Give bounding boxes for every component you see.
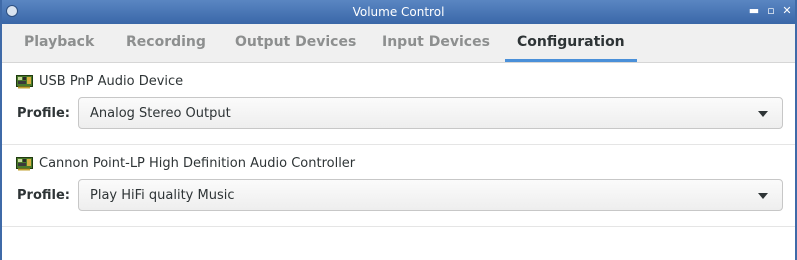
tab-recording[interactable]: Recording xyxy=(126,24,206,60)
tab-configuration[interactable]: Configuration xyxy=(505,24,637,62)
device-name: USB PnP Audio Device xyxy=(39,74,184,89)
profile-value: Analog Stereo Output xyxy=(90,106,231,121)
tab-output-devices[interactable]: Output Devices xyxy=(235,24,356,60)
profile-label: Profile: xyxy=(17,106,70,121)
tab-bar: Playback Recording Output Devices Input … xyxy=(2,24,795,63)
tab-input-devices[interactable]: Input Devices xyxy=(382,24,490,60)
close-button[interactable]: ✕ xyxy=(780,4,794,18)
profile-label: Profile: xyxy=(17,188,70,203)
chevron-down-icon xyxy=(758,193,768,199)
profile-dropdown[interactable]: Analog Stereo Output xyxy=(78,97,783,129)
device-card: USB PnP Audio Device Profile: Analog Ste… xyxy=(2,62,795,145)
minimize-button[interactable]: ▬ xyxy=(747,4,761,18)
title-bar[interactable]: Volume Control ▬ ▫ ✕ xyxy=(2,0,795,24)
profile-value: Play HiFi quality Music xyxy=(90,188,235,203)
device-name: Cannon Point-LP High Definition Audio Co… xyxy=(39,156,356,171)
maximize-button[interactable]: ▫ xyxy=(764,4,778,18)
audio-card-icon xyxy=(16,157,33,171)
audio-card-icon xyxy=(16,75,33,89)
device-card: Cannon Point-LP High Definition Audio Co… xyxy=(2,144,795,227)
profile-dropdown[interactable]: Play HiFi quality Music xyxy=(78,179,783,211)
window-title: Volume Control xyxy=(352,5,445,19)
chevron-down-icon xyxy=(758,111,768,117)
tab-playback[interactable]: Playback xyxy=(24,24,94,60)
volume-control-window: Volume Control ▬ ▫ ✕ Playback Recording … xyxy=(0,0,797,260)
